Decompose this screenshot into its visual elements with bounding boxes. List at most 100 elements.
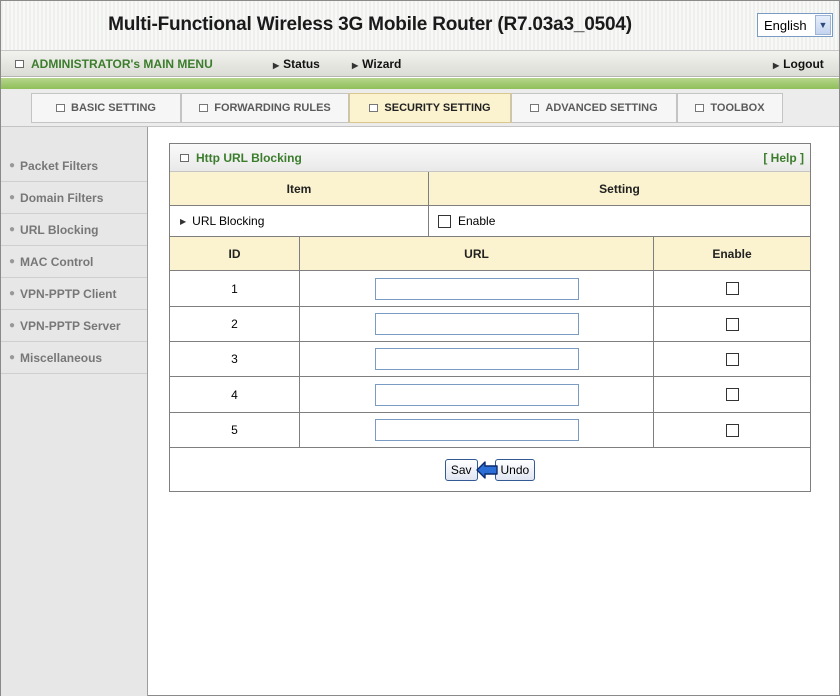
arrow-right-icon: ▶ — [180, 216, 187, 226]
wizard-label: Wizard — [362, 57, 402, 71]
bullet-icon: ● — [9, 256, 16, 267]
row-id: 2 — [231, 317, 238, 331]
square-bullet-icon — [56, 104, 66, 112]
row-enable-checkbox[interactable] — [725, 317, 739, 331]
admin-menu-link[interactable]: ADMINISTRATOR's MAIN MENU — [15, 57, 213, 71]
row-enable-checkbox[interactable] — [725, 282, 739, 295]
url-blocking-panel: Http URL Blocking [ Help ] Item Setting … — [169, 143, 811, 492]
sidebar-item-vpn-pptp-client[interactable]: ● VPN-PPTP Client — [1, 278, 147, 310]
tab-label: BASIC SETTING — [71, 102, 156, 114]
square-bullet-icon — [530, 104, 540, 112]
url-cell — [299, 307, 653, 341]
enable-cell — [653, 342, 810, 376]
sidebar-item-label: MAC Control — [20, 254, 94, 269]
url-cell — [299, 377, 653, 412]
setting-header: Setting — [428, 172, 810, 205]
tab-toolbox[interactable]: TOOLBOX — [677, 93, 783, 123]
url-header: URL — [299, 237, 653, 270]
sidebar-item-label: Miscellaneous — [20, 350, 103, 365]
arrow-right-icon: ▶ — [352, 61, 359, 70]
wizard-link[interactable]: ▶ Wizard — [352, 57, 401, 71]
logout-link[interactable]: ▶ Logout — [773, 57, 824, 71]
arrow-right-icon: ▶ — [773, 61, 780, 70]
arrow-left-icon — [476, 461, 498, 479]
tab-security-setting[interactable]: SECURITY SETTING — [349, 93, 511, 123]
admin-menu-label: ADMINISTRATOR's MAIN MENU — [31, 57, 213, 71]
id-header: ID — [170, 237, 299, 270]
square-bullet-icon — [199, 104, 209, 112]
green-stripe — [1, 78, 839, 89]
router-window: Multi-Functional Wireless 3G Mobile Rout… — [0, 0, 840, 696]
sidebar-item-label: Packet Filters — [20, 158, 99, 173]
row-enable-checkbox[interactable] — [725, 352, 739, 366]
save-button[interactable]: Sav — [444, 458, 478, 481]
url-blocking-label: URL Blocking — [192, 214, 265, 228]
tab-advanced-setting[interactable]: ADVANCED SETTING — [511, 93, 677, 123]
row-id: 1 — [231, 281, 238, 296]
tab-label: TOOLBOX — [710, 102, 765, 114]
sidebar-item-label: VPN-PPTP Client — [20, 286, 117, 301]
help-link[interactable]: [ Help ] — [763, 151, 804, 165]
table-row: 3 — [170, 342, 810, 377]
url-cell — [299, 342, 653, 376]
sidebar-item-vpn-pptp-server[interactable]: ● VPN-PPTP Server — [1, 310, 147, 342]
tab-label: SECURITY SETTING — [384, 102, 491, 114]
url-cell — [299, 271, 653, 306]
square-bullet-icon — [369, 104, 379, 112]
sidebar-item-mac-control[interactable]: ● MAC Control — [1, 246, 147, 278]
url-input[interactable] — [374, 348, 579, 370]
tab-basic-setting[interactable]: BASIC SETTING — [31, 93, 181, 123]
row-id: 4 — [231, 387, 238, 402]
sidebar: ● Packet Filters ● Domain Filters ● URL Blo… — [1, 127, 148, 696]
tabs-row: BASIC SETTING FORWARDING RULES SECURITY … — [1, 89, 839, 127]
tab-label: FORWARDING RULES — [214, 102, 331, 114]
sidebar-item-packet-filters[interactable]: ● Packet Filters — [1, 150, 147, 182]
panel-header: Http URL Blocking [ Help ] — [170, 144, 810, 172]
bullet-icon: ● — [9, 352, 16, 363]
bullet-icon: ● — [9, 192, 16, 203]
undo-button[interactable]: Undo — [494, 458, 536, 481]
url-blocking-enable-checkbox[interactable] — [438, 214, 451, 228]
item-header: Item — [170, 172, 428, 205]
square-bullet-icon — [180, 154, 189, 162]
language-select[interactable]: English ▼ — [757, 13, 833, 37]
url-table-header-row: ID URL Enable — [170, 237, 810, 271]
sidebar-item-label: Domain Filters — [20, 190, 104, 205]
arrow-right-icon: ▶ — [273, 61, 280, 70]
url-blocking-item: ▶ URL Blocking — [170, 206, 428, 236]
page-title: Multi-Functional Wireless 3G Mobile Rout… — [108, 14, 632, 35]
row-enable-checkbox[interactable] — [725, 423, 739, 437]
sidebar-item-miscellaneous[interactable]: ● Miscellaneous — [1, 342, 147, 374]
table-row: 5 — [170, 413, 810, 448]
url-input[interactable] — [374, 277, 579, 300]
enable-cell — [653, 271, 810, 306]
url-blocking-setting: Enable — [428, 206, 810, 236]
main-menu-bar: ADMINISTRATOR's MAIN MENU ▶ Status ▶ Wizar… — [1, 51, 839, 77]
url-input[interactable] — [374, 419, 579, 441]
status-label: Status — [283, 57, 320, 71]
table-row: 2 — [170, 307, 810, 342]
item-setting-header-row: Item Setting — [170, 172, 810, 206]
sidebar-item-label: VPN-PPTP Server — [20, 318, 121, 333]
tab-forwarding-rules[interactable]: FORWARDING RULES — [181, 93, 349, 123]
square-bullet-icon — [15, 60, 24, 68]
row-enable-checkbox[interactable] — [725, 388, 739, 401]
url-input[interactable] — [374, 313, 579, 335]
sidebar-item-domain-filters[interactable]: ● Domain Filters — [1, 182, 147, 214]
table-row: 4 — [170, 377, 810, 413]
tab-label: ADVANCED SETTING — [545, 102, 658, 114]
table-row: 1 — [170, 271, 810, 307]
chevron-down-icon[interactable]: ▼ — [815, 15, 831, 35]
sidebar-item-url-blocking[interactable]: ● URL Blocking — [1, 214, 147, 246]
url-blocking-row: ▶ URL Blocking Enable — [170, 206, 810, 237]
title-bar: Multi-Functional Wireless 3G Mobile Rout… — [1, 1, 839, 51]
status-link[interactable]: ▶ Status — [273, 57, 320, 71]
bullet-icon: ● — [9, 160, 16, 171]
language-value: English — [764, 17, 807, 33]
url-cell — [299, 413, 653, 447]
row-id: 3 — [231, 352, 238, 366]
enable-label: Enable — [458, 214, 496, 228]
panel-title-label: Http URL Blocking — [196, 151, 302, 165]
square-bullet-icon — [695, 104, 705, 112]
url-input[interactable] — [374, 383, 579, 406]
